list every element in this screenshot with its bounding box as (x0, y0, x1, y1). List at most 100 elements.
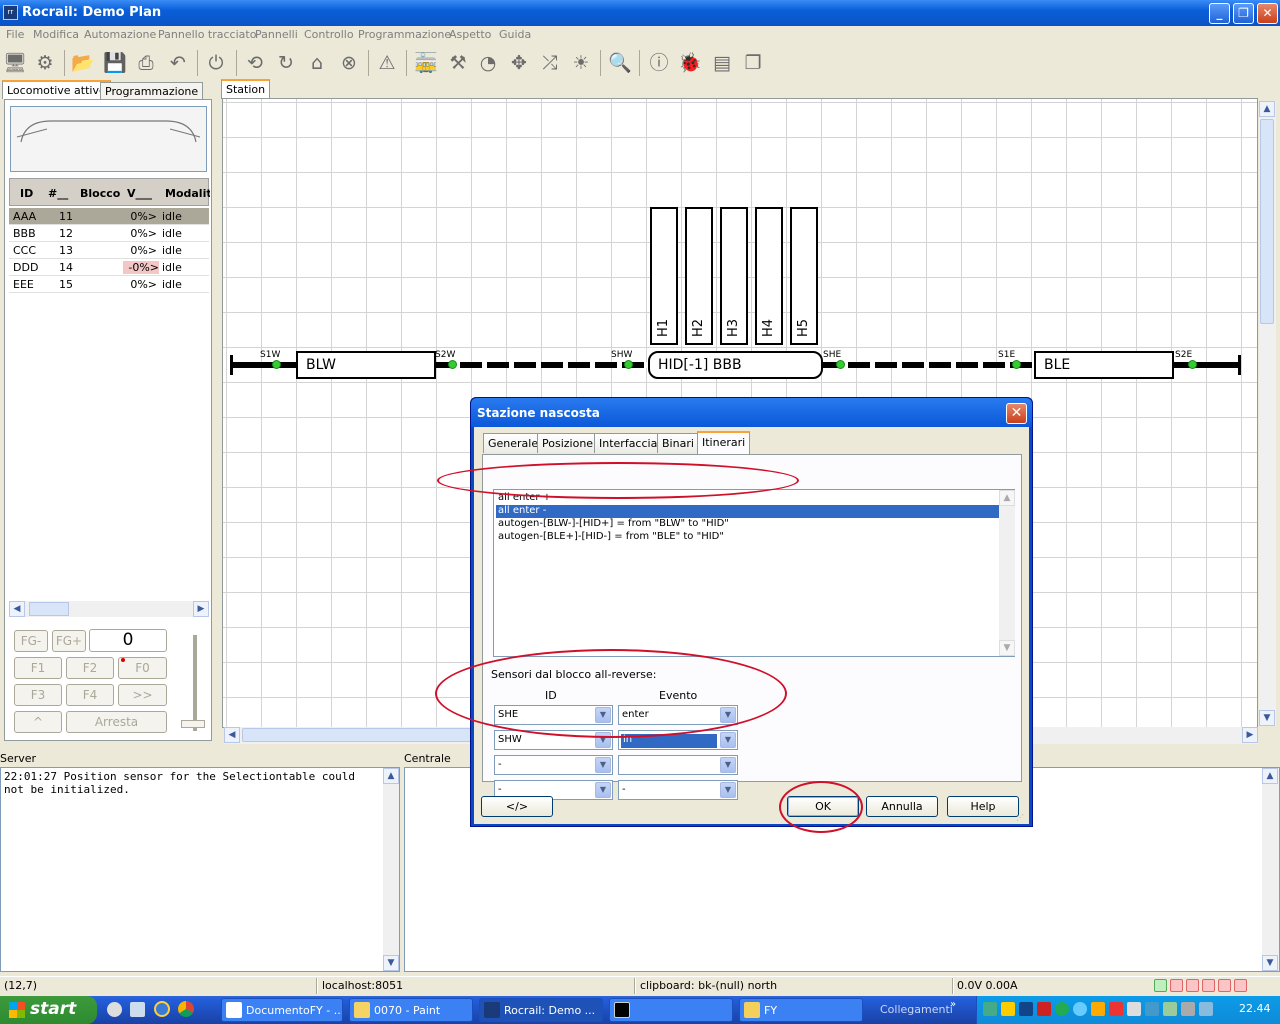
resize-grip-icon[interactable]: ⋰ (1016, 813, 1026, 823)
search-icon[interactable]: 🔍 (607, 50, 633, 76)
track[interactable] (1173, 362, 1239, 368)
tray-icon[interactable] (1181, 1002, 1195, 1016)
menu-modifica[interactable]: Modifica (33, 28, 79, 41)
tab-programmazione[interactable]: Programmazione (100, 82, 204, 99)
scroll-down-icon[interactable]: ▼ (383, 955, 399, 971)
f2-button[interactable]: F2 (66, 657, 114, 679)
chevron-right-icon[interactable]: » (950, 999, 956, 1010)
scroll-down-icon[interactable]: ▼ (999, 640, 1015, 656)
clock[interactable]: 22.44 (1239, 1002, 1271, 1015)
help-button[interactable]: Help (947, 796, 1019, 817)
loco-table-hscroll[interactable]: ◀ ▶ (9, 601, 209, 617)
f4-button[interactable]: F4 (66, 684, 114, 706)
info-icon[interactable]: ⓘ (646, 50, 672, 76)
list-item[interactable]: autogen-[BLW-]-[HID+] = from "BLW" to "H… (496, 518, 999, 531)
tab-generale[interactable]: Generale (483, 433, 544, 453)
tray-icon[interactable] (983, 1002, 997, 1016)
tab-binari[interactable]: Binari (657, 433, 699, 453)
fg-minus-button[interactable]: FG- (14, 630, 48, 652)
col-blocco[interactable]: Blocco (80, 187, 120, 200)
links-toolbar[interactable]: Collegamenti (880, 1003, 953, 1016)
route-list[interactable]: all enter + all enter - autogen-[BLW-]-[… (493, 489, 1015, 657)
network-icon[interactable] (1199, 1002, 1213, 1016)
hidden-track-h1[interactable]: H1 (650, 207, 678, 345)
gears-icon[interactable]: ⚙ (32, 50, 58, 76)
col-modalita[interactable]: Modalità (165, 187, 210, 200)
scroll-down-icon[interactable]: ▼ (1262, 955, 1278, 971)
cancel-icon[interactable]: ⊗ (336, 50, 362, 76)
scroll-thumb[interactable] (29, 602, 69, 616)
tray-icon[interactable] (1055, 1002, 1069, 1016)
sensor-id-select[interactable]: - ▼ (494, 755, 613, 775)
menu-controllo[interactable]: Controllo (304, 28, 354, 41)
tab-interfaccia[interactable]: Interfaccia (594, 433, 663, 453)
print-icon[interactable]: ⎙ (133, 50, 159, 76)
table-row[interactable]: EEE 15 0%> idle (9, 276, 209, 293)
menu-aspetto[interactable]: Aspetto (449, 28, 491, 41)
hidden-track-h5[interactable]: H5 (790, 207, 818, 345)
pages-icon[interactable]: ❐ (740, 50, 766, 76)
scroll-up-icon[interactable]: ▲ (999, 490, 1015, 506)
scroll-right-icon[interactable]: ▶ (193, 601, 209, 617)
col-id[interactable]: ID (20, 187, 42, 200)
block-ble[interactable]: BLE (1034, 351, 1174, 379)
ie-icon[interactable] (154, 1001, 170, 1017)
sensor-event-select[interactable]: ▼ (618, 755, 738, 775)
track[interactable] (433, 362, 648, 368)
document-icon[interactable]: ▤ (709, 50, 735, 76)
table-row[interactable]: BBB 12 0%> idle (9, 225, 209, 242)
tray-icon[interactable] (1091, 1002, 1105, 1016)
tray-icon[interactable] (1145, 1002, 1159, 1016)
quicklaunch-icon[interactable] (107, 1002, 122, 1017)
tool-icon[interactable]: ⚒ (445, 50, 471, 76)
tray-icon[interactable] (1001, 1002, 1015, 1016)
save-icon[interactable]: 💾 (102, 50, 128, 76)
track[interactable] (233, 362, 298, 368)
volume-icon[interactable] (1127, 1002, 1141, 1016)
fg-plus-button[interactable]: FG+ (52, 630, 86, 652)
dialog-close-button[interactable]: ✕ (1006, 403, 1027, 424)
open-folder-icon[interactable]: 📂 (70, 50, 96, 76)
sensor-s1e[interactable] (1012, 360, 1021, 369)
block-blw[interactable]: BLW (296, 351, 436, 379)
tray-icon[interactable] (1019, 1002, 1033, 1016)
sync-icon[interactable]: ⟲ (242, 50, 268, 76)
f3-button[interactable]: F3 (14, 684, 62, 706)
task-console[interactable] (609, 998, 733, 1022)
hidden-track-h2[interactable]: H2 (685, 207, 713, 345)
f0-button[interactable]: F0 (118, 657, 167, 679)
sensor-she[interactable] (836, 360, 845, 369)
sensor-s1w[interactable] (272, 360, 281, 369)
task-fy-folder[interactable]: FY (739, 998, 863, 1022)
scroll-up-icon[interactable]: ▲ (1262, 768, 1278, 784)
light-icon[interactable]: ☀ (568, 50, 594, 76)
tab-locomotive-attive[interactable]: Locomotive attive (2, 80, 111, 99)
sensor-event-select[interactable]: - ▼ (618, 780, 738, 800)
route-list-scroll[interactable]: ▲ ▼ (999, 490, 1015, 656)
cancel-button[interactable]: Annulla (866, 796, 938, 817)
menu-programmazione[interactable]: Programmazione (358, 28, 451, 41)
col-num[interactable]: #__ (48, 187, 74, 200)
scroll-up-icon[interactable]: ▲ (1259, 101, 1275, 117)
speed-slider-thumb[interactable] (181, 720, 205, 728)
turntable-icon[interactable]: ✥ (506, 50, 532, 76)
up-button[interactable]: ^ (14, 711, 62, 733)
speed-slider-track[interactable] (193, 635, 197, 731)
task-documentofy[interactable]: DocumentoFY - ... (221, 998, 343, 1022)
quicklaunch-icon[interactable] (130, 1002, 145, 1017)
table-row[interactable]: AAA 11 0%> idle (9, 208, 209, 225)
col-v[interactable]: V___ (127, 187, 159, 200)
table-row[interactable]: CCC 13 0%> idle (9, 242, 209, 259)
tray-icon[interactable] (1073, 1002, 1087, 1016)
task-rocrail[interactable]: Rocrail: Demo ... (479, 998, 603, 1022)
list-item[interactable]: all enter - (496, 505, 999, 518)
scroll-left-icon[interactable]: ◀ (224, 727, 240, 743)
scroll-thumb[interactable] (1260, 119, 1274, 324)
tab-station[interactable]: Station (221, 79, 271, 99)
xml-button[interactable]: </> (481, 796, 553, 817)
warning-icon[interactable]: ⚠ (374, 50, 400, 76)
tray-icon[interactable] (1163, 1002, 1177, 1016)
direction-button[interactable]: >> (118, 684, 167, 706)
scroll-right-icon[interactable]: ▶ (1242, 727, 1258, 743)
power-icon[interactable]: ⏻ (203, 50, 229, 76)
